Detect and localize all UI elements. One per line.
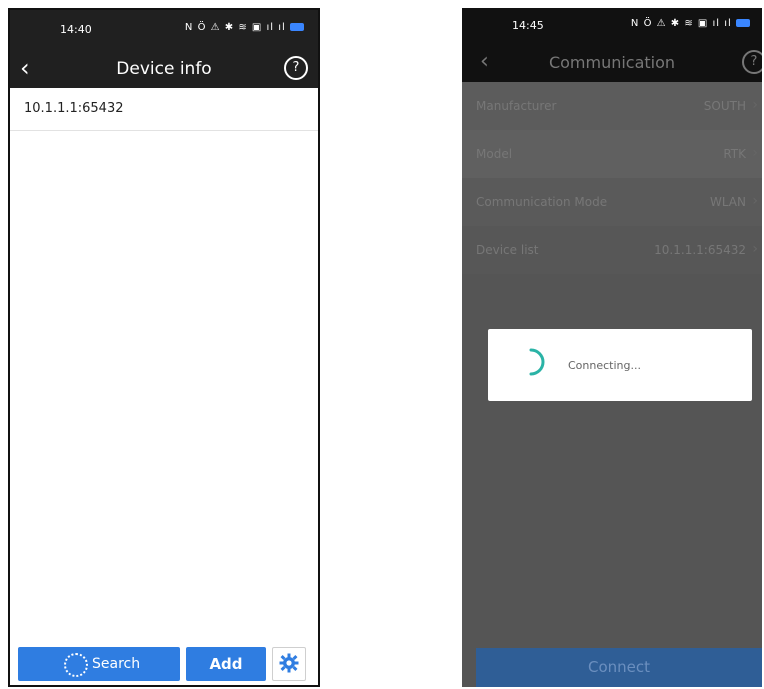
- row-label: Manufacturer: [476, 99, 557, 113]
- title-bar: ‹ Device info ?: [10, 48, 318, 88]
- add-button[interactable]: Add: [186, 647, 266, 681]
- device-info-screen: 14:40 N Ö ⚠ ✱ ≋ ▣ ıl ıl ‹ Device info ? …: [8, 8, 320, 687]
- battery-icon: [290, 23, 304, 31]
- row-label: Communication Mode: [476, 195, 608, 209]
- manufacturer-row[interactable]: Manufacturer SOUTH ›: [462, 82, 762, 130]
- search-button[interactable]: Search: [18, 647, 180, 681]
- status-time: 14:40: [60, 23, 92, 36]
- status-bar: 14:45 N Ö ⚠ ✱ ≋ ▣ ıl ıl: [462, 8, 762, 42]
- search-button-label: Search: [92, 656, 141, 672]
- gear-icon: [279, 653, 299, 673]
- device-list-item[interactable]: 10.1.1.1:65432: [10, 88, 318, 131]
- row-label: Model: [476, 147, 513, 161]
- search-spinner-icon: [64, 653, 88, 677]
- connecting-dialog: Connecting...: [488, 329, 752, 401]
- chevron-right-icon: ›: [752, 241, 758, 257]
- chevron-right-icon: ›: [752, 97, 758, 113]
- device-address: 10.1.1.1:65432: [24, 101, 124, 116]
- status-icons: N Ö ⚠ ✱ ≋ ▣ ıl ıl: [631, 18, 750, 29]
- connect-button-label: Connect: [587, 658, 651, 676]
- status-time: 14:45: [512, 19, 544, 32]
- page-title: Communication: [548, 53, 676, 72]
- help-icon[interactable]: ?: [284, 56, 308, 80]
- status-icon-glyphs: N Ö ⚠ ✱ ≋ ▣ ıl ıl: [184, 22, 286, 33]
- help-icon[interactable]: ?: [742, 50, 762, 74]
- connect-button[interactable]: Connect: [476, 648, 762, 687]
- status-icons: N Ö ⚠ ✱ ≋ ▣ ıl ıl: [185, 22, 304, 33]
- row-value: RTK: [723, 147, 746, 161]
- status-bar: 14:40 N Ö ⚠ ✱ ≋ ▣ ıl ıl: [10, 10, 318, 48]
- add-button-label: Add: [209, 655, 243, 673]
- page-title: Device info: [116, 59, 212, 79]
- communication-screen: 14:45 N Ö ⚠ ✱ ≋ ▣ ıl ıl ‹ Communication …: [462, 8, 762, 687]
- device-list-row[interactable]: Device list 10.1.1.1:65432 ›: [462, 226, 762, 274]
- row-value: SOUTH: [703, 99, 746, 113]
- model-row[interactable]: Model RTK ›: [462, 130, 762, 178]
- status-icon-glyphs: N Ö ⚠ ✱ ≋ ▣ ıl ıl: [630, 18, 732, 29]
- chevron-right-icon: ›: [752, 193, 758, 209]
- dialog-message: Connecting...: [568, 359, 641, 372]
- title-bar: ‹ Communication ?: [462, 42, 762, 82]
- row-value: 10.1.1.1:65432: [654, 243, 746, 257]
- bottom-toolbar: Search Add: [10, 641, 318, 685]
- loading-spinner-icon: [529, 348, 545, 376]
- chevron-right-icon: ›: [752, 145, 758, 161]
- row-label: Device list: [476, 243, 539, 257]
- communication-mode-row[interactable]: Communication Mode WLAN ›: [462, 178, 762, 226]
- row-value: WLAN: [709, 195, 746, 209]
- battery-icon: [736, 19, 750, 27]
- settings-button[interactable]: [272, 647, 306, 681]
